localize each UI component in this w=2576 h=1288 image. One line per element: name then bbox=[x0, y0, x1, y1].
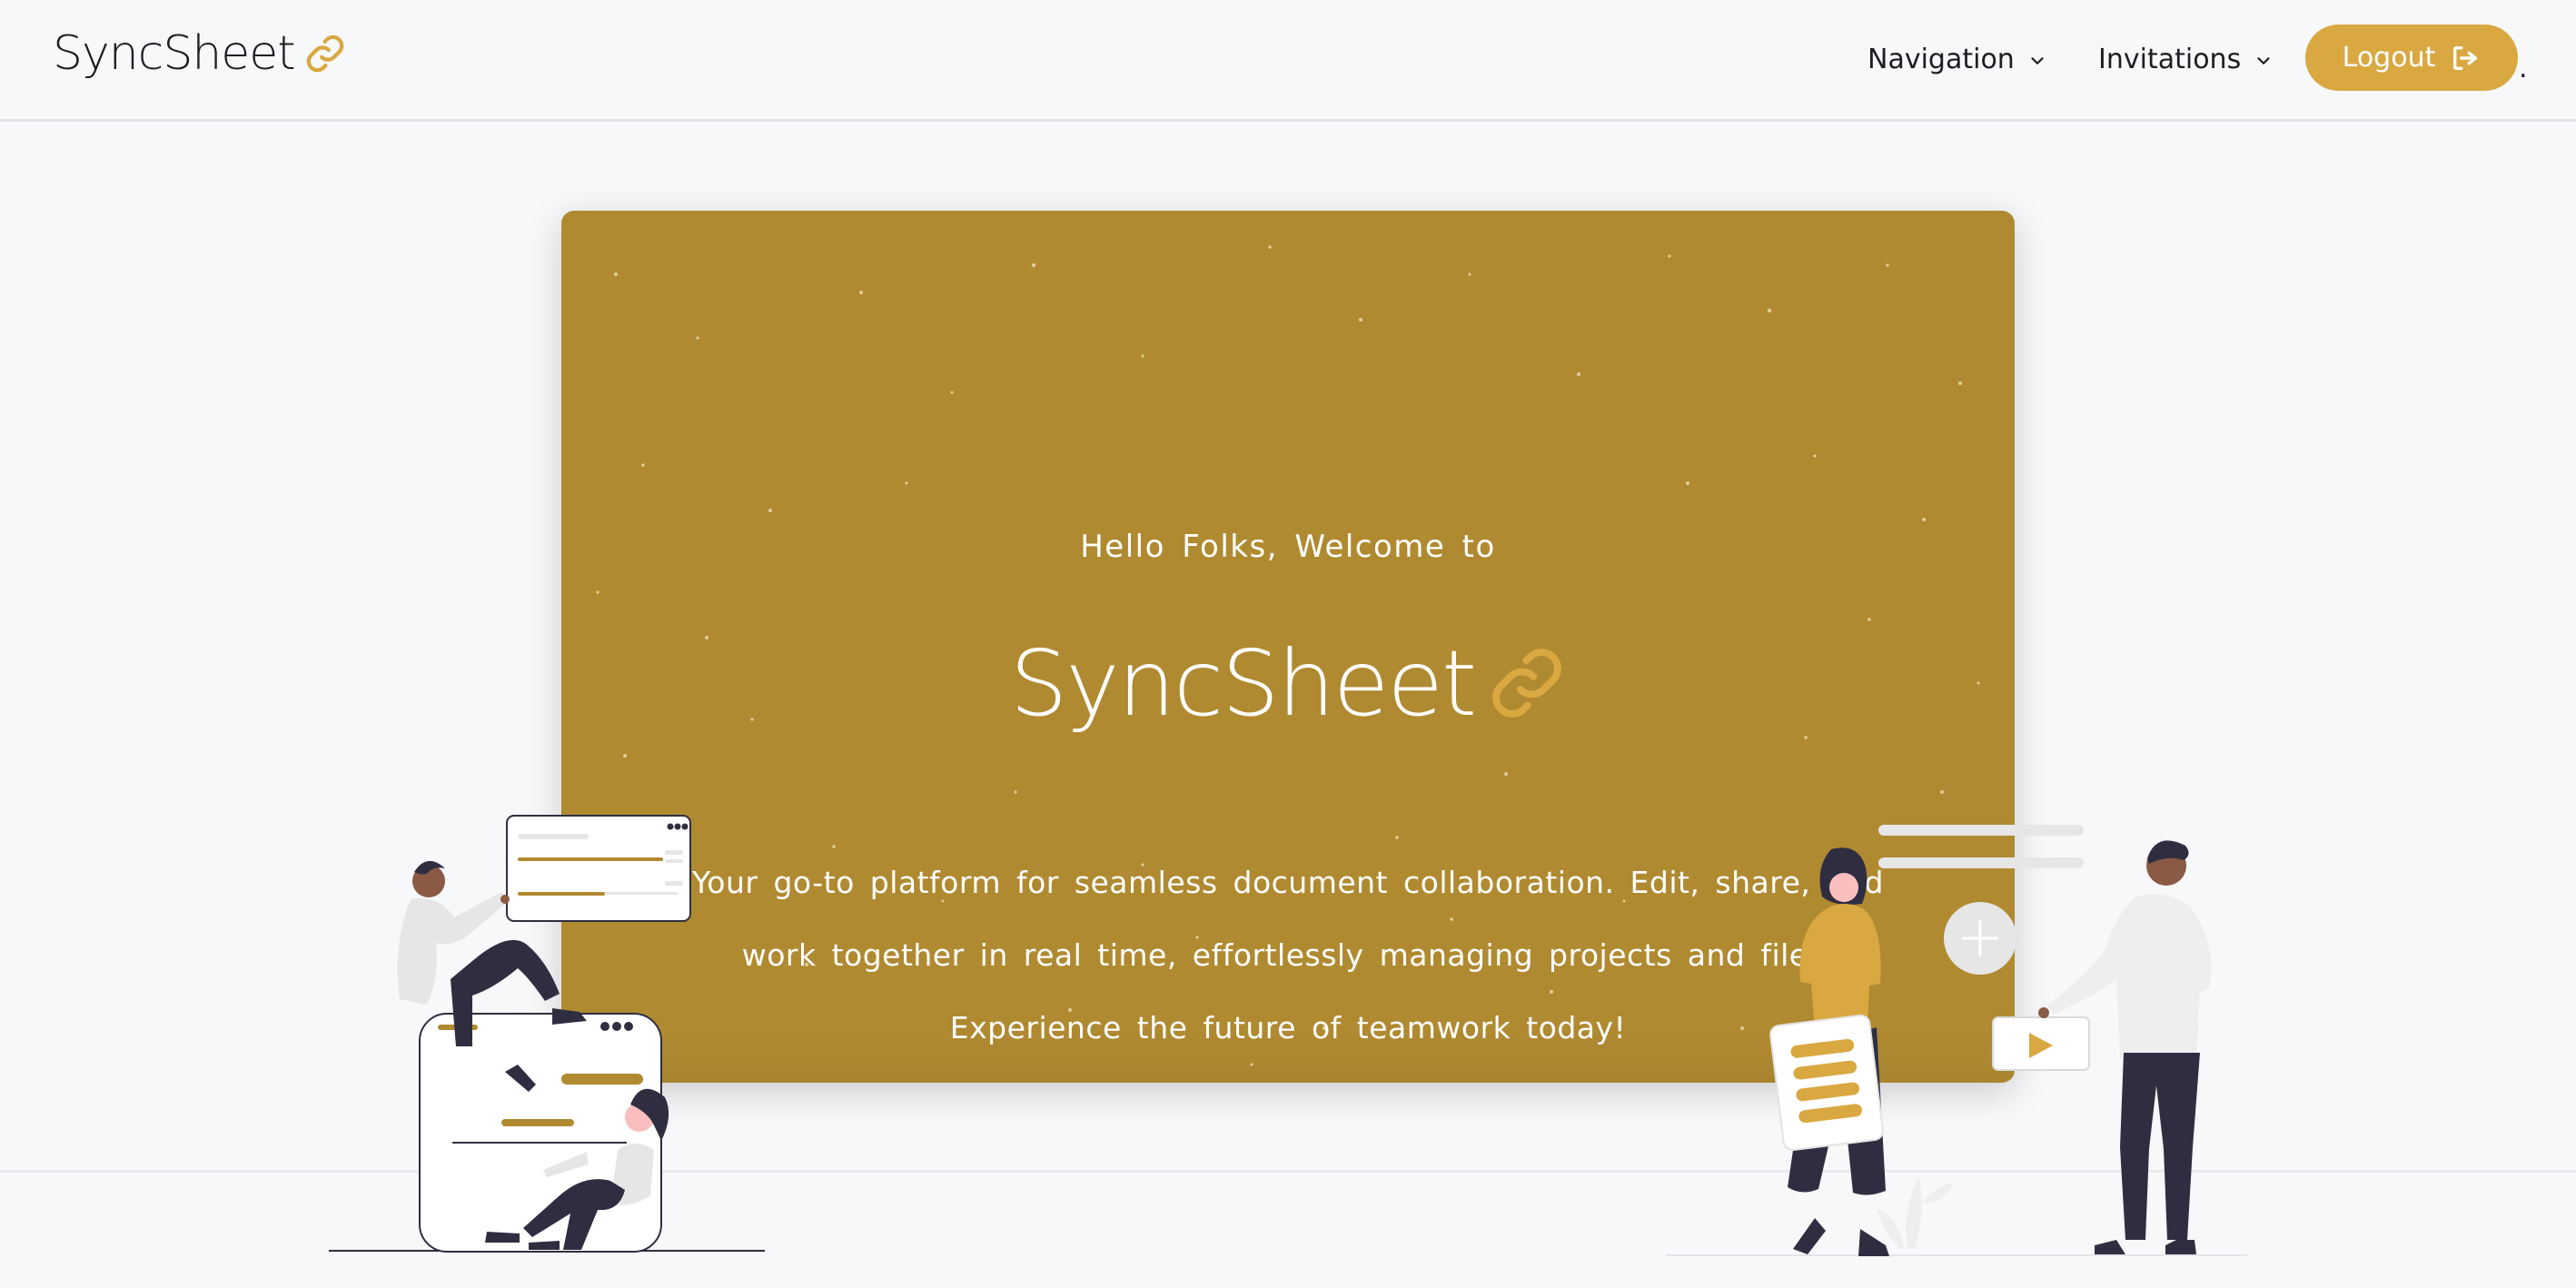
logout-label: Logout bbox=[2342, 42, 2436, 74]
nav-label-navigation: Navigation bbox=[1868, 43, 2015, 75]
brand-name: SyncSheet bbox=[53, 26, 296, 81]
logout-icon bbox=[2453, 45, 2478, 70]
hero-title: SyncSheet bbox=[1009, 629, 1477, 737]
nav-dropdown-invitations[interactable]: Invitations bbox=[2098, 36, 2274, 82]
hero-greeting: Hello Folks, Welcome to bbox=[1080, 529, 1496, 565]
hero-title-row: SyncSheet bbox=[561, 629, 2015, 738]
trailing-dot: . bbox=[2519, 53, 2528, 84]
chevron-down-icon bbox=[2031, 57, 2044, 64]
brand-logo[interactable]: SyncSheet bbox=[53, 24, 346, 84]
nav-dropdown-navigation[interactable]: Navigation bbox=[1868, 36, 2047, 82]
chevron-down-icon bbox=[2257, 57, 2270, 64]
link-icon bbox=[306, 35, 343, 73]
logout-button[interactable]: Logout bbox=[2305, 25, 2518, 91]
link-icon bbox=[1492, 649, 1561, 718]
left-collaboration-illustration bbox=[329, 815, 765, 1253]
nav-label-invitations: Invitations bbox=[2098, 43, 2242, 75]
right-collaboration-illustration bbox=[1666, 825, 2247, 1256]
top-navbar: SyncSheet Navigation Invitations Logout … bbox=[0, 0, 2576, 122]
